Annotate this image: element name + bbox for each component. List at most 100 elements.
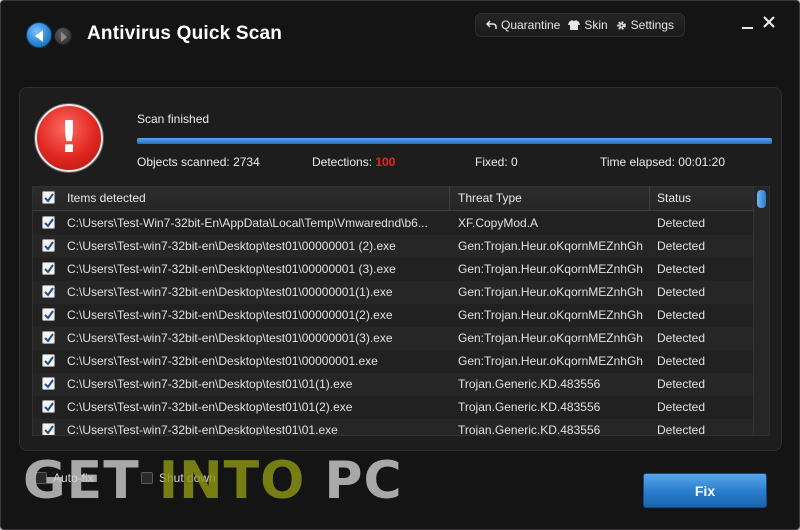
select-all-checkbox[interactable] <box>42 191 55 204</box>
scrollbar-thumb[interactable] <box>757 190 766 208</box>
checkmark-icon <box>44 218 54 228</box>
watermark-pc: PC <box>305 451 403 511</box>
row-checkbox[interactable] <box>42 400 55 413</box>
minimize-button[interactable] <box>742 17 754 31</box>
checkmark-icon <box>44 356 54 366</box>
item-path: C:\Users\Test-win7-32bit-en\Desktop\test… <box>67 377 353 391</box>
table-row[interactable]: C:\Users\Test-win7-32bit-en\Desktop\test… <box>33 419 755 436</box>
threat-type: XF.CopyMod.A <box>458 216 539 230</box>
fix-button[interactable]: Fix <box>643 473 767 508</box>
scan-results-panel: ! Scan finished Objects scanned: 2734 De… <box>19 87 782 451</box>
detections-label: Detections: <box>312 155 373 169</box>
item-path: C:\Users\Test-win7-32bit-en\Desktop\test… <box>67 285 393 299</box>
table-row[interactable]: C:\Users\Test-win7-32bit-en\Desktop\test… <box>33 396 755 419</box>
checkmark-icon <box>44 287 54 297</box>
alert-icon: ! <box>35 104 103 172</box>
back-button[interactable] <box>26 22 52 48</box>
checkmark-icon <box>44 310 54 320</box>
checkmark-icon <box>44 333 54 343</box>
gear-icon <box>616 20 626 30</box>
row-checkbox[interactable] <box>42 216 55 229</box>
app-title: Antivirus Quick Scan <box>87 23 283 44</box>
close-button[interactable] <box>762 15 776 34</box>
autofix-checkbox[interactable] <box>35 472 47 484</box>
detections-table: Items detected Threat Type Status C:\Use… <box>32 186 770 436</box>
menu-settings-label: Settings <box>630 18 674 32</box>
menu-settings[interactable]: Settings <box>616 18 674 32</box>
status-text: Detected <box>657 308 706 322</box>
menu-quarantine-label: Quarantine <box>500 18 561 32</box>
threat-type: Trojan.Generic.KD.483556 <box>458 377 601 391</box>
row-checkbox[interactable] <box>42 239 55 252</box>
table-row[interactable]: C:\Users\Test-win7-32bit-en\Desktop\test… <box>33 327 755 350</box>
column-separator <box>649 187 650 211</box>
status-text: Detected <box>657 354 706 368</box>
row-checkbox[interactable] <box>42 423 55 435</box>
shutdown-label: Shut down <box>159 471 216 485</box>
table-row[interactable]: C:\Users\Test-win7-32bit-en\Desktop\test… <box>33 304 755 327</box>
item-path: C:\Users\Test-Win7-32bit-En\AppData\Loca… <box>67 216 428 230</box>
checkmark-icon <box>44 193 54 203</box>
title-bar: Antivirus Quick Scan Quarantine Skin Set… <box>1 1 799 71</box>
table-row[interactable]: C:\Users\Test-win7-32bit-en\Desktop\test… <box>33 373 755 396</box>
row-checkbox[interactable] <box>42 308 55 321</box>
column-separator <box>449 187 450 211</box>
threat-type: Gen:Trojan.Heur.oKqornMEZnhGh <box>458 354 643 368</box>
status-text: Detected <box>657 377 706 391</box>
threat-type: Gen:Trojan.Heur.oKqornMEZnhGh <box>458 331 643 345</box>
status-text: Detected <box>657 331 706 345</box>
status-text: Detected <box>657 262 706 276</box>
checkmark-icon <box>44 241 54 251</box>
header-status[interactable]: Status <box>657 191 752 205</box>
table-row[interactable]: C:\Users\Test-win7-32bit-en\Desktop\test… <box>33 235 755 258</box>
menu-quarantine[interactable]: Quarantine <box>485 18 561 32</box>
threat-type: Gen:Trojan.Heur.oKqornMEZnhGh <box>458 308 643 322</box>
checkmark-icon <box>44 264 54 274</box>
time-elapsed-value: 00:01:20 <box>678 155 725 169</box>
top-menu: Quarantine Skin Settings <box>475 13 685 37</box>
threat-type: Gen:Trojan.Heur.oKqornMEZnhGh <box>458 262 643 276</box>
autofix-label: Auto-fix <box>53 471 94 485</box>
forward-button[interactable] <box>54 27 72 45</box>
time-elapsed-label: Time elapsed: <box>600 155 675 169</box>
objects-scanned-label: Objects scanned: <box>137 155 230 169</box>
status-text: Detected <box>657 285 706 299</box>
autofix-option[interactable]: Auto-fix <box>35 471 94 485</box>
checkmark-icon <box>44 402 54 412</box>
table-header: Items detected Threat Type Status <box>33 187 755 211</box>
table-row[interactable]: C:\Users\Test-win7-32bit-en\Desktop\test… <box>33 350 755 373</box>
threat-type: Gen:Trojan.Heur.oKqornMEZnhGh <box>458 285 643 299</box>
scan-progress-bar <box>137 138 772 144</box>
status-text: Detected <box>657 239 706 253</box>
table-row[interactable]: C:\Users\Test-win7-32bit-en\Desktop\test… <box>33 281 755 304</box>
table-row[interactable]: C:\Users\Test-win7-32bit-en\Desktop\test… <box>33 258 755 281</box>
vertical-scrollbar[interactable] <box>753 187 769 435</box>
header-items-detected[interactable]: Items detected <box>67 191 447 205</box>
row-checkbox[interactable] <box>42 285 55 298</box>
shutdown-option[interactable]: Shut down <box>141 471 216 485</box>
fixed-count: Fixed: 0 <box>475 155 518 169</box>
status-text: Detected <box>657 423 706 436</box>
time-elapsed: Time elapsed: 00:01:20 <box>600 155 725 169</box>
shirt-icon <box>568 20 581 30</box>
objects-scanned: Objects scanned: 2734 <box>137 155 260 169</box>
header-threat-type[interactable]: Threat Type <box>458 191 648 205</box>
forward-arrow-icon <box>61 32 67 42</box>
scan-progress-fill <box>137 138 772 144</box>
detections: Detections: 100 <box>312 155 395 169</box>
shutdown-checkbox[interactable] <box>141 472 153 484</box>
checkmark-icon <box>44 425 54 435</box>
fixed-label: Fixed: <box>475 155 508 169</box>
fixed-value: 0 <box>511 155 518 169</box>
row-checkbox[interactable] <box>42 262 55 275</box>
row-checkbox[interactable] <box>42 354 55 367</box>
item-path: C:\Users\Test-win7-32bit-en\Desktop\test… <box>67 354 378 368</box>
close-icon <box>763 16 775 28</box>
row-checkbox[interactable] <box>42 331 55 344</box>
row-checkbox[interactable] <box>42 377 55 390</box>
antivirus-window: Antivirus Quick Scan Quarantine Skin Set… <box>0 0 800 530</box>
menu-skin[interactable]: Skin <box>568 18 608 32</box>
checkmark-icon <box>44 379 54 389</box>
table-row[interactable]: C:\Users\Test-Win7-32bit-En\AppData\Loca… <box>33 212 755 235</box>
item-path: C:\Users\Test-win7-32bit-en\Desktop\test… <box>67 239 396 253</box>
